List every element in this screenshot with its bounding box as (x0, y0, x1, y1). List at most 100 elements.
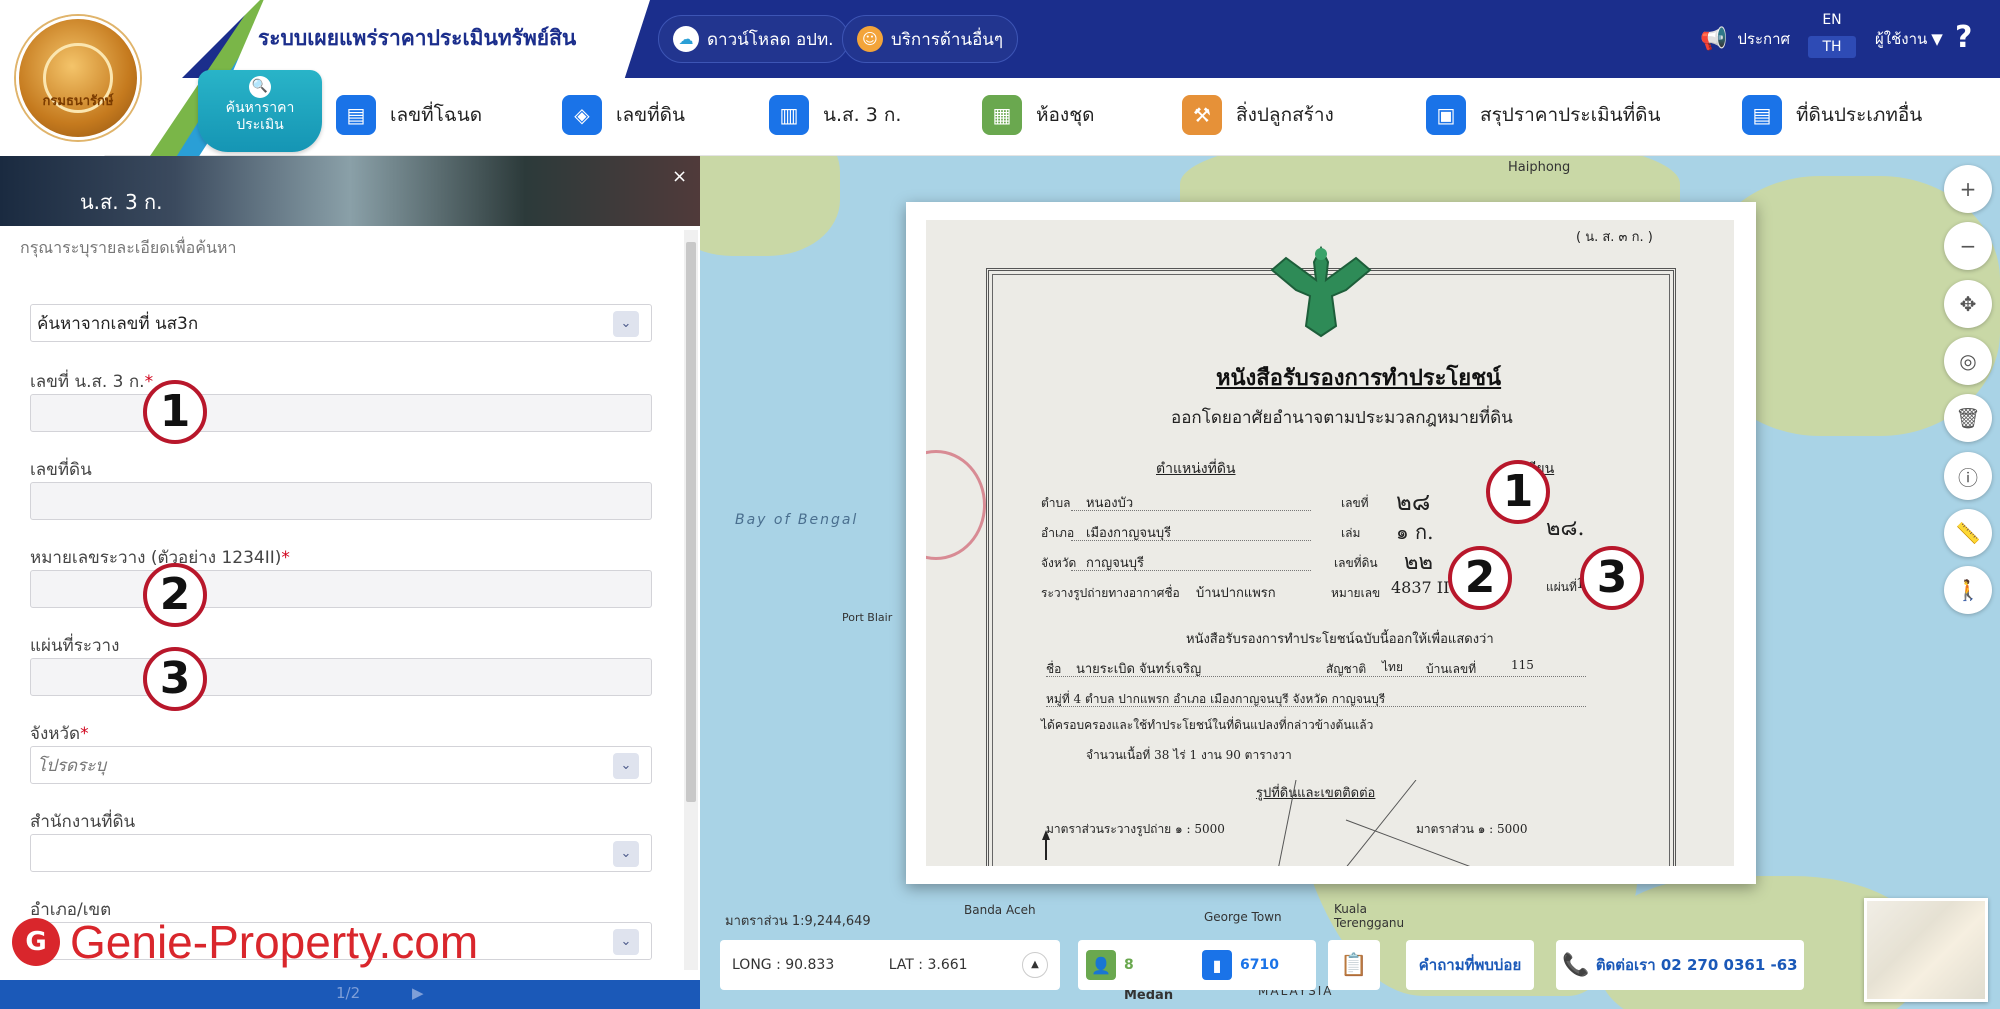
garuda-emblem (1270, 245, 1372, 338)
red-seal-stamp (926, 450, 986, 560)
app-title: ระบบเผยแพร่ราคาประเมินทรัพย์สิน (258, 26, 577, 50)
menu-label: เลขที่โฉนด (390, 104, 483, 126)
move-icon: ✥ (1959, 292, 1977, 316)
chevron-down-icon: ⌄ (613, 753, 639, 779)
user-menu[interactable]: ผู้ใช้งาน ▼ (1875, 0, 1943, 78)
doc-num-label: หมายเลข (1331, 586, 1381, 600)
chevron-down-icon: ⌄ (613, 841, 639, 867)
panel-scrollbar[interactable] (684, 230, 698, 970)
annotation-3: 3 (143, 647, 207, 711)
map-land (700, 156, 840, 256)
land-office-select[interactable]: ⌄ (30, 834, 652, 872)
menu-other-land[interactable]: ▤ ที่ดินประเภทอื่น (1742, 93, 1922, 137)
online-users-count: 8 (1124, 957, 1134, 973)
menu-land-price-summary[interactable]: ▣ สรุปราคาประเมินที่ดิน (1426, 93, 1660, 137)
annotation-3-doc: 3 (1580, 546, 1644, 610)
contact-button[interactable]: 📞 ติดต่อเรา 02 270 0361 -63 (1556, 940, 1804, 990)
info-button[interactable]: ⓘ (1944, 452, 1992, 500)
next-page-button[interactable]: ▶ (412, 984, 424, 1002)
person-icon: 🚶 (1955, 578, 1981, 602)
province-placeholder: โปรดระบุ (37, 755, 107, 776)
close-icon[interactable]: × (672, 166, 687, 187)
chevron-down-icon: ⌄ (613, 929, 639, 955)
annotation-1: 1 (143, 380, 207, 444)
doc-ref-value: บ้านปากแพรก (1196, 586, 1276, 601)
land-no-input[interactable] (30, 482, 652, 520)
treasury-logo[interactable] (16, 16, 140, 140)
panel-hint: กรุณาระบุรายละเอียดเพื่อค้นหา (20, 238, 237, 257)
megaphone-icon: 📢 (1700, 26, 1728, 52)
download-button[interactable]: ☁ ดาวน์โหลด อปท. (658, 15, 849, 63)
land-office-label: สำนักงานที่ดิน (30, 812, 136, 832)
map-label-banda-aceh: Banda Aceh (964, 903, 1036, 917)
doc-plot-lines (1042, 780, 1471, 866)
user-icon: 👤 (1086, 950, 1116, 980)
map-label-medan: Medan (1124, 988, 1174, 1003)
pan-button[interactable]: ✥ (1944, 280, 1992, 328)
phone-icon: 📞 (1562, 952, 1590, 978)
menu-land-number[interactable]: ◈ เลขที่ดิน (562, 93, 685, 137)
doc-location-head: ตำแหน่งที่ดิน (1156, 461, 1236, 477)
province-select[interactable]: โปรดระบุ ⌄ (30, 746, 652, 784)
menu-condo[interactable]: ▦ ห้องชุด (982, 93, 1094, 137)
caret-down-icon: ▼ (1931, 30, 1943, 48)
collapse-button[interactable]: ▲ (1021, 952, 1048, 978)
locate-button[interactable]: ◎ (1944, 337, 1992, 385)
visit-count: 6710 (1240, 957, 1279, 973)
doc-page-value: ๒๘. (1546, 516, 1585, 541)
search-tab-label: ค้นหาราคาประเมิน (225, 100, 295, 133)
building-icon: ▦ (982, 95, 1022, 135)
ns3k-no-input[interactable] (30, 394, 652, 432)
contact-label: ติดต่อเรา 02 270 0361 -63 (1595, 956, 1798, 974)
doc-ref-label: ระวางรูปถ่ายทางอากาศชื่อ (1041, 586, 1180, 600)
deed-document-icon: ▤ (336, 95, 376, 135)
menu-deed-number[interactable]: ▤ เลขที่โฉนด (336, 93, 482, 137)
menu-ns3k[interactable]: ▥ น.ส. 3 ก. (769, 93, 901, 137)
doc-amphoe-label: อำเภอ (1041, 526, 1075, 540)
doc-house-value: 115 (1511, 658, 1534, 672)
checklist-button[interactable]: 📋 (1328, 940, 1380, 990)
coordinate-display: LONG : 90.833 LAT : 3.661 ▲ (720, 940, 1060, 990)
measure-button[interactable]: 📏 (1944, 509, 1992, 557)
lang-en-button[interactable]: EN (1808, 12, 1856, 28)
ns3k-search-panel: น.ส. 3 ก. × กรุณาระบุรายละเอียดเพื่อค้นห… (0, 156, 700, 1009)
document-scan: ( น. ส. ๓ ก. ) หนังสือรับรองการทำประโยชน… (926, 220, 1734, 866)
panel-pager: 1/2 ▶ (0, 980, 700, 1009)
clipboard-icon: 📋 (1340, 952, 1368, 978)
province-label: จังหวัด* (30, 724, 89, 744)
search-price-tab[interactable]: 🔍 ค้นหาราคาประเมิน (198, 70, 322, 152)
map-label-port-blair: Port Blair (842, 611, 893, 624)
page-indicator: 1/2 (336, 984, 361, 1002)
search-mode-value: ค้นหาจากเลขที่ นส3ก (37, 313, 199, 334)
annotation-1-doc: 1 (1486, 460, 1550, 524)
doc-own-line: ได้ครอบครองและใช้ทำประโยชน์ในที่ดินแปลงท… (1041, 718, 1374, 732)
survey-no-input[interactable] (30, 570, 652, 608)
trash-icon: 🗑 (1955, 406, 1981, 430)
clear-button[interactable]: 🗑 (1944, 394, 1992, 442)
zoom-in-button[interactable]: + (1944, 165, 1992, 213)
latitude-value: LAT : 3.661 (888, 957, 968, 973)
overview-minimap[interactable] (1864, 898, 1988, 1002)
lang-th-button[interactable]: TH (1808, 36, 1856, 58)
visitor-stats: 👤 8 ▮ 6710 (1078, 940, 1316, 990)
map-label-haiphong: Haiphong (1508, 160, 1571, 175)
services-button[interactable]: ☺ บริการด้านอื่นๆ (842, 15, 1019, 63)
crosshair-icon: ◎ (1959, 349, 1977, 373)
panel-title: น.ส. 3 ก. (80, 190, 163, 214)
longitude-value: LONG : 90.833 (732, 957, 835, 973)
street-view-button[interactable]: 🚶 (1944, 566, 1992, 614)
scrollbar-thumb[interactable] (686, 242, 696, 802)
menu-structure[interactable]: ⚒ สิ่งปลูกสร้าง (1182, 93, 1334, 137)
doc-vol-label: เล่ม (1341, 526, 1361, 540)
menu-label: เลขที่ดิน (616, 104, 685, 126)
zoom-out-button[interactable]: − (1944, 222, 1992, 270)
search-mode-select[interactable]: ค้นหาจากเลขที่ นส3ก ⌄ (30, 304, 652, 342)
announce-button[interactable]: 📢 ประกาศ (1700, 0, 1790, 78)
doc-title: หนังสือรับรองการทำประโยชน์ (1216, 365, 1502, 391)
doc-nat-value: ไทย (1382, 660, 1403, 674)
document-list-icon: ▤ (1742, 95, 1782, 135)
help-button[interactable]: ? (1955, 20, 1972, 55)
doc-land-value: ๒๒ (1404, 550, 1434, 575)
map-sheet-input[interactable] (30, 658, 652, 696)
faq-button[interactable]: คำถามที่พบบ่อย (1406, 940, 1534, 990)
